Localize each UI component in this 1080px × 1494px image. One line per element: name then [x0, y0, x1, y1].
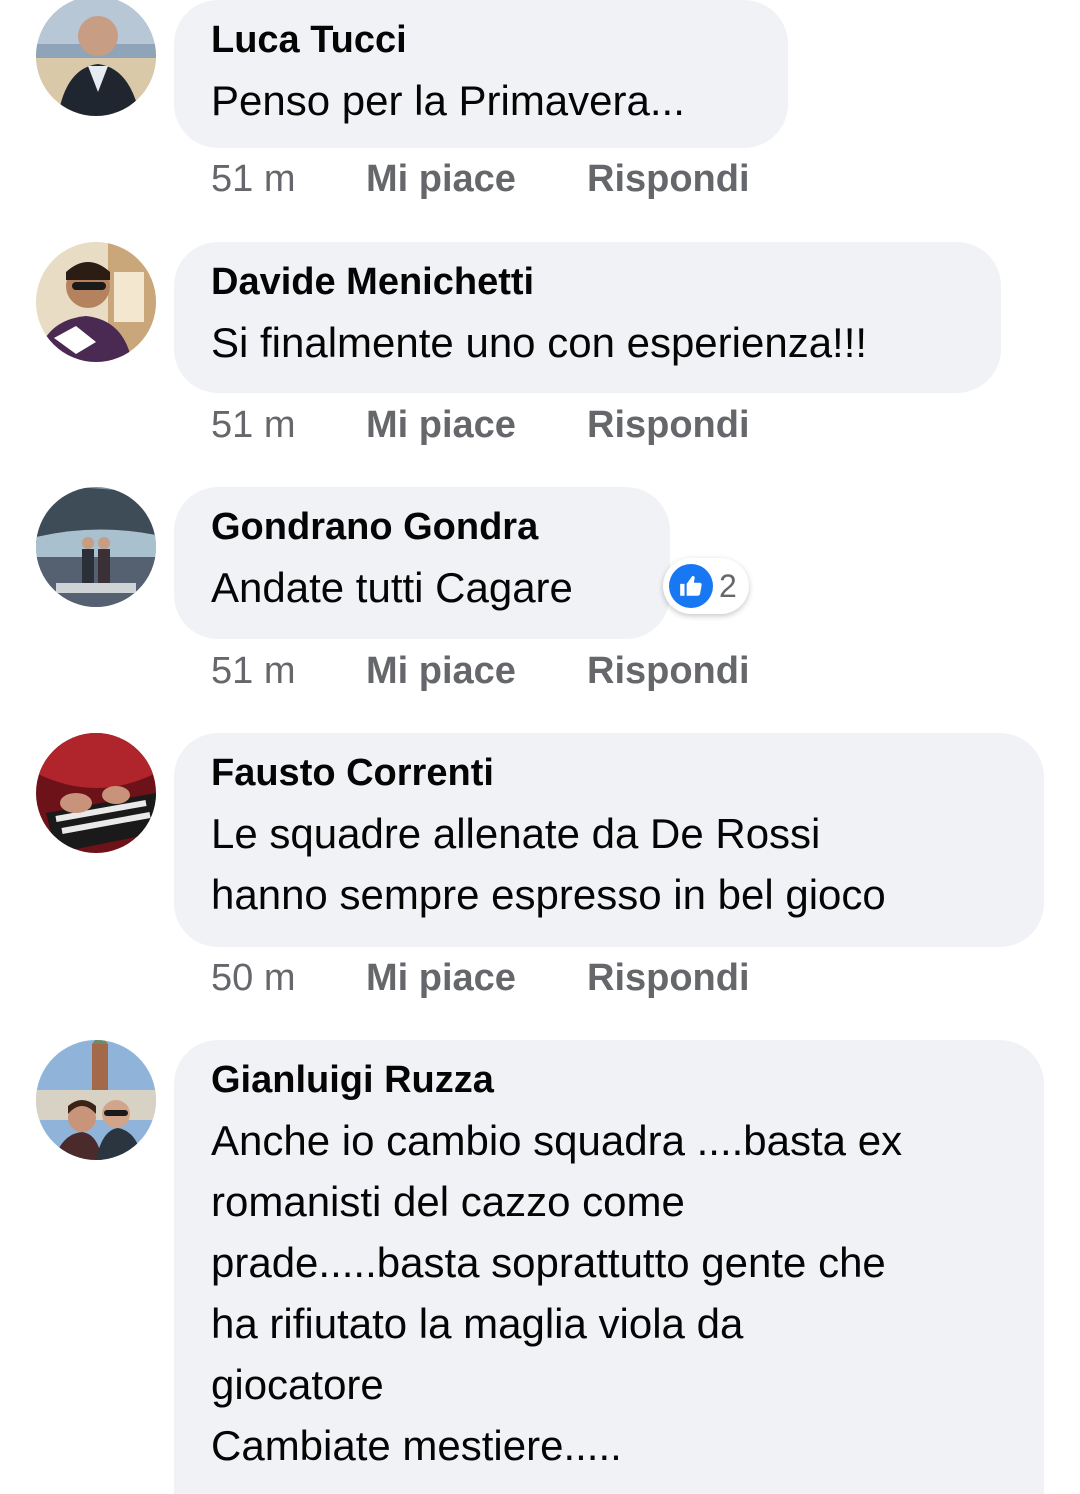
reply-button[interactable]: Rispondi [587, 401, 750, 449]
like-button[interactable]: Mi piace [366, 647, 516, 695]
comment-timestamp[interactable]: 50 m [211, 954, 295, 1002]
comment-bubble: Gianluigi Ruzza Anche io cambio squadra … [174, 1040, 1044, 1494]
comment-timestamp[interactable]: 51 m [211, 647, 295, 695]
reply-button[interactable]: Rispondi [587, 954, 750, 1002]
comment-text: Anche io cambio squadra ....basta ex rom… [211, 1117, 903, 1469]
comment-author[interactable]: Gianluigi Ruzza [211, 1056, 1008, 1104]
user-avatar-icon[interactable] [36, 0, 156, 116]
comment-bubble: Gondrano Gondra Andate tutti Cagare [174, 487, 670, 639]
like-button[interactable]: Mi piace [366, 401, 516, 449]
comment-author[interactable]: Luca Tucci [211, 16, 752, 64]
user-avatar-icon[interactable] [36, 733, 156, 853]
comment-text: Le squadre allenate da De Rossi hanno se… [211, 810, 886, 918]
comment-bubble: Luca Tucci Penso per la Primavera... [174, 0, 788, 148]
comment-author[interactable]: Fausto Correnti [211, 749, 1008, 797]
reply-button[interactable]: Rispondi [587, 155, 750, 203]
comment-timestamp[interactable]: 51 m [211, 401, 295, 449]
thumbs-up-icon [669, 564, 713, 608]
comment-bubble: Davide Menichetti Si finalmente uno con … [174, 242, 1001, 393]
comment-bubble: Fausto Correnti Le squadre allenate da D… [174, 733, 1044, 947]
comment-text: Si finalmente uno con esperienza!!! [211, 319, 868, 366]
reaction-count: 2 [719, 568, 737, 604]
comment-timestamp[interactable]: 51 m [211, 155, 295, 203]
user-avatar-icon[interactable] [36, 1040, 156, 1160]
comment-text: Penso per la Primavera... [211, 77, 685, 124]
user-avatar-icon[interactable] [36, 487, 156, 607]
user-avatar-icon[interactable] [36, 242, 156, 362]
reply-button[interactable]: Rispondi [587, 647, 750, 695]
like-button[interactable]: Mi piace [366, 155, 516, 203]
like-button[interactable]: Mi piace [366, 954, 516, 1002]
reaction-summary[interactable]: 2 [663, 558, 749, 614]
comment-author[interactable]: Davide Menichetti [211, 258, 965, 306]
comment-text: Andate tutti Cagare [211, 564, 573, 611]
comment-author[interactable]: Gondrano Gondra [211, 503, 634, 551]
